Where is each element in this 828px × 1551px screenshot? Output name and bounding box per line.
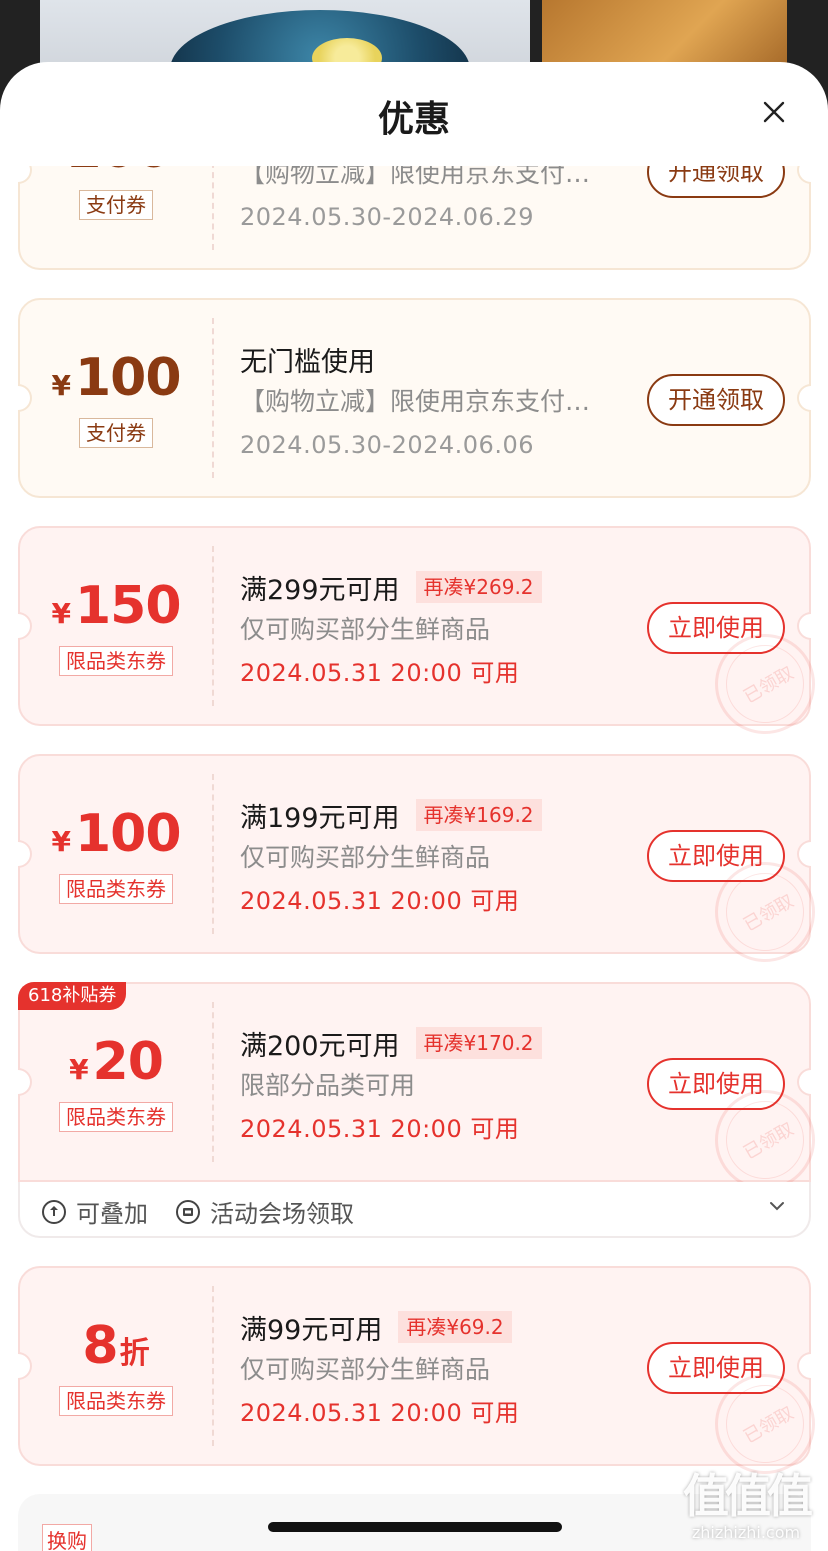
sheet-header: 优惠 — [0, 62, 828, 166]
coupon-card: ¥100 支付券 无门槛使用 【购物立减】限使用京东支付，… 2024.05.3… — [18, 298, 811, 498]
chevron-down-icon[interactable] — [769, 1198, 785, 1214]
coupon-desc: 【购物立减】限使用京东支付购… — [240, 166, 610, 188]
coupon-value: ¥150 限品类东券 — [20, 528, 212, 728]
coupon-amount: 8 — [82, 1316, 118, 1376]
coupon-desc: 仅可购买部分生鲜商品 — [240, 615, 491, 644]
remaining-amount-badge: 再凑¥170.2 — [415, 1027, 542, 1059]
coupon-date: 2024.05.31 20:00 可用 — [240, 1399, 520, 1427]
exchange-tag: 换购 — [42, 1524, 92, 1551]
coupon-type-tag: 限品类东券 — [59, 1102, 173, 1132]
coupon-title: 无门槛使用 — [240, 346, 375, 378]
remaining-amount-badge: 再凑¥269.2 — [415, 571, 542, 603]
coupon-title: 满299元可用 — [240, 574, 400, 606]
claimed-stamp: 已领取 — [715, 634, 815, 734]
coupon-value: 100 支付券 — [20, 166, 212, 272]
watermark-url: zhizhizhi.com — [691, 1523, 801, 1542]
coupon-amount: 150 — [74, 576, 182, 636]
coupon-amount: 100 — [74, 348, 182, 408]
coupon-sheet: 优惠 100 支付券 【购物立减】限使用京东支付购… 2024.05.30-20… — [0, 62, 828, 1551]
coupon-type-tag: 支付券 — [79, 190, 153, 220]
coupon-amount: 20 — [92, 1032, 164, 1092]
coupon-date: 2024.05.31 20:00 可用 — [240, 887, 520, 915]
coupon-title: 满200元可用 — [240, 1030, 400, 1062]
coupon-card: 618补贴券 ¥20 限品类东券 满200元可用 再凑¥170.2 限部分品类可用… — [18, 982, 815, 1190]
remaining-amount-badge: 再凑¥69.2 — [398, 1311, 512, 1343]
home-indicator[interactable] — [268, 1522, 562, 1532]
close-icon[interactable] — [760, 98, 788, 126]
claim-button[interactable]: 开通领取 — [647, 374, 785, 426]
coupon-title: 满199元可用 — [240, 802, 400, 834]
coupon-footer[interactable]: 可叠加 活动会场领取 — [18, 1182, 811, 1238]
coupon-value: 8折 限品类东券 — [20, 1268, 212, 1468]
coupon-type-tag: 支付券 — [79, 418, 153, 448]
claimed-stamp: 已领取 — [715, 862, 815, 962]
coupon-amount: 100 — [74, 804, 182, 864]
source-label: 活动会场领取 — [210, 1200, 354, 1228]
sheet-title: 优惠 — [377, 99, 450, 140]
stackable-label: 可叠加 — [76, 1200, 148, 1228]
coupon-date: 2024.05.30-2024.06.06 — [240, 431, 534, 459]
coupon-card: 100 支付券 【购物立减】限使用京东支付购… 2024.05.30-2024.… — [18, 166, 811, 270]
coupon-list[interactable]: 100 支付券 【购物立减】限使用京东支付购… 2024.05.30-2024.… — [0, 166, 828, 1551]
coupon-date: 2024.05.30-2024.06.29 — [240, 203, 534, 231]
stack-icon — [42, 1199, 66, 1224]
coupon-title: 满99元可用 — [240, 1314, 383, 1346]
watermark-logo: 值值值 — [683, 1469, 813, 1523]
coupon-date: 2024.05.31 20:00 可用 — [240, 659, 520, 687]
coupon-type-tag: 限品类东券 — [59, 874, 173, 904]
watermark: 值值值 zhizhizhi.com — [676, 1468, 816, 1542]
coupon-value: ¥100 支付券 — [20, 300, 212, 500]
coupon-desc: 仅可购买部分生鲜商品 — [240, 843, 491, 872]
coupon-card: ¥150 限品类东券 满299元可用 再凑¥269.2 仅可购买部分生鲜商品 20… — [18, 526, 815, 734]
coupon-value: ¥100 限品类东券 — [20, 756, 212, 956]
remaining-amount-badge: 再凑¥169.2 — [415, 799, 542, 831]
ticket-icon — [176, 1199, 200, 1224]
coupon-value: ¥20 限品类东券 — [20, 984, 212, 1184]
coupon-type-tag: 限品类东券 — [59, 646, 173, 676]
coupon-type-tag: 限品类东券 — [59, 1386, 173, 1416]
coupon-desc: 限部分品类可用 — [240, 1071, 416, 1100]
claimed-stamp: 已领取 — [715, 1090, 815, 1190]
coupon-desc: 【购物立减】限使用京东支付，… — [240, 387, 610, 416]
coupon-card: ¥100 限品类东券 满199元可用 再凑¥169.2 仅可购买部分生鲜商品 20… — [18, 754, 815, 962]
claimed-stamp: 已领取 — [715, 1374, 815, 1474]
claim-button[interactable]: 开通领取 — [647, 166, 785, 198]
coupon-date: 2024.05.31 20:00 可用 — [240, 1115, 520, 1143]
coupon-desc: 仅可购买部分生鲜商品 — [240, 1355, 491, 1384]
coupon-card: 8折 限品类东券 满99元可用 再凑¥69.2 仅可购买部分生鲜商品 2024.0… — [18, 1266, 815, 1474]
coupon-amount: 100 — [65, 166, 172, 180]
